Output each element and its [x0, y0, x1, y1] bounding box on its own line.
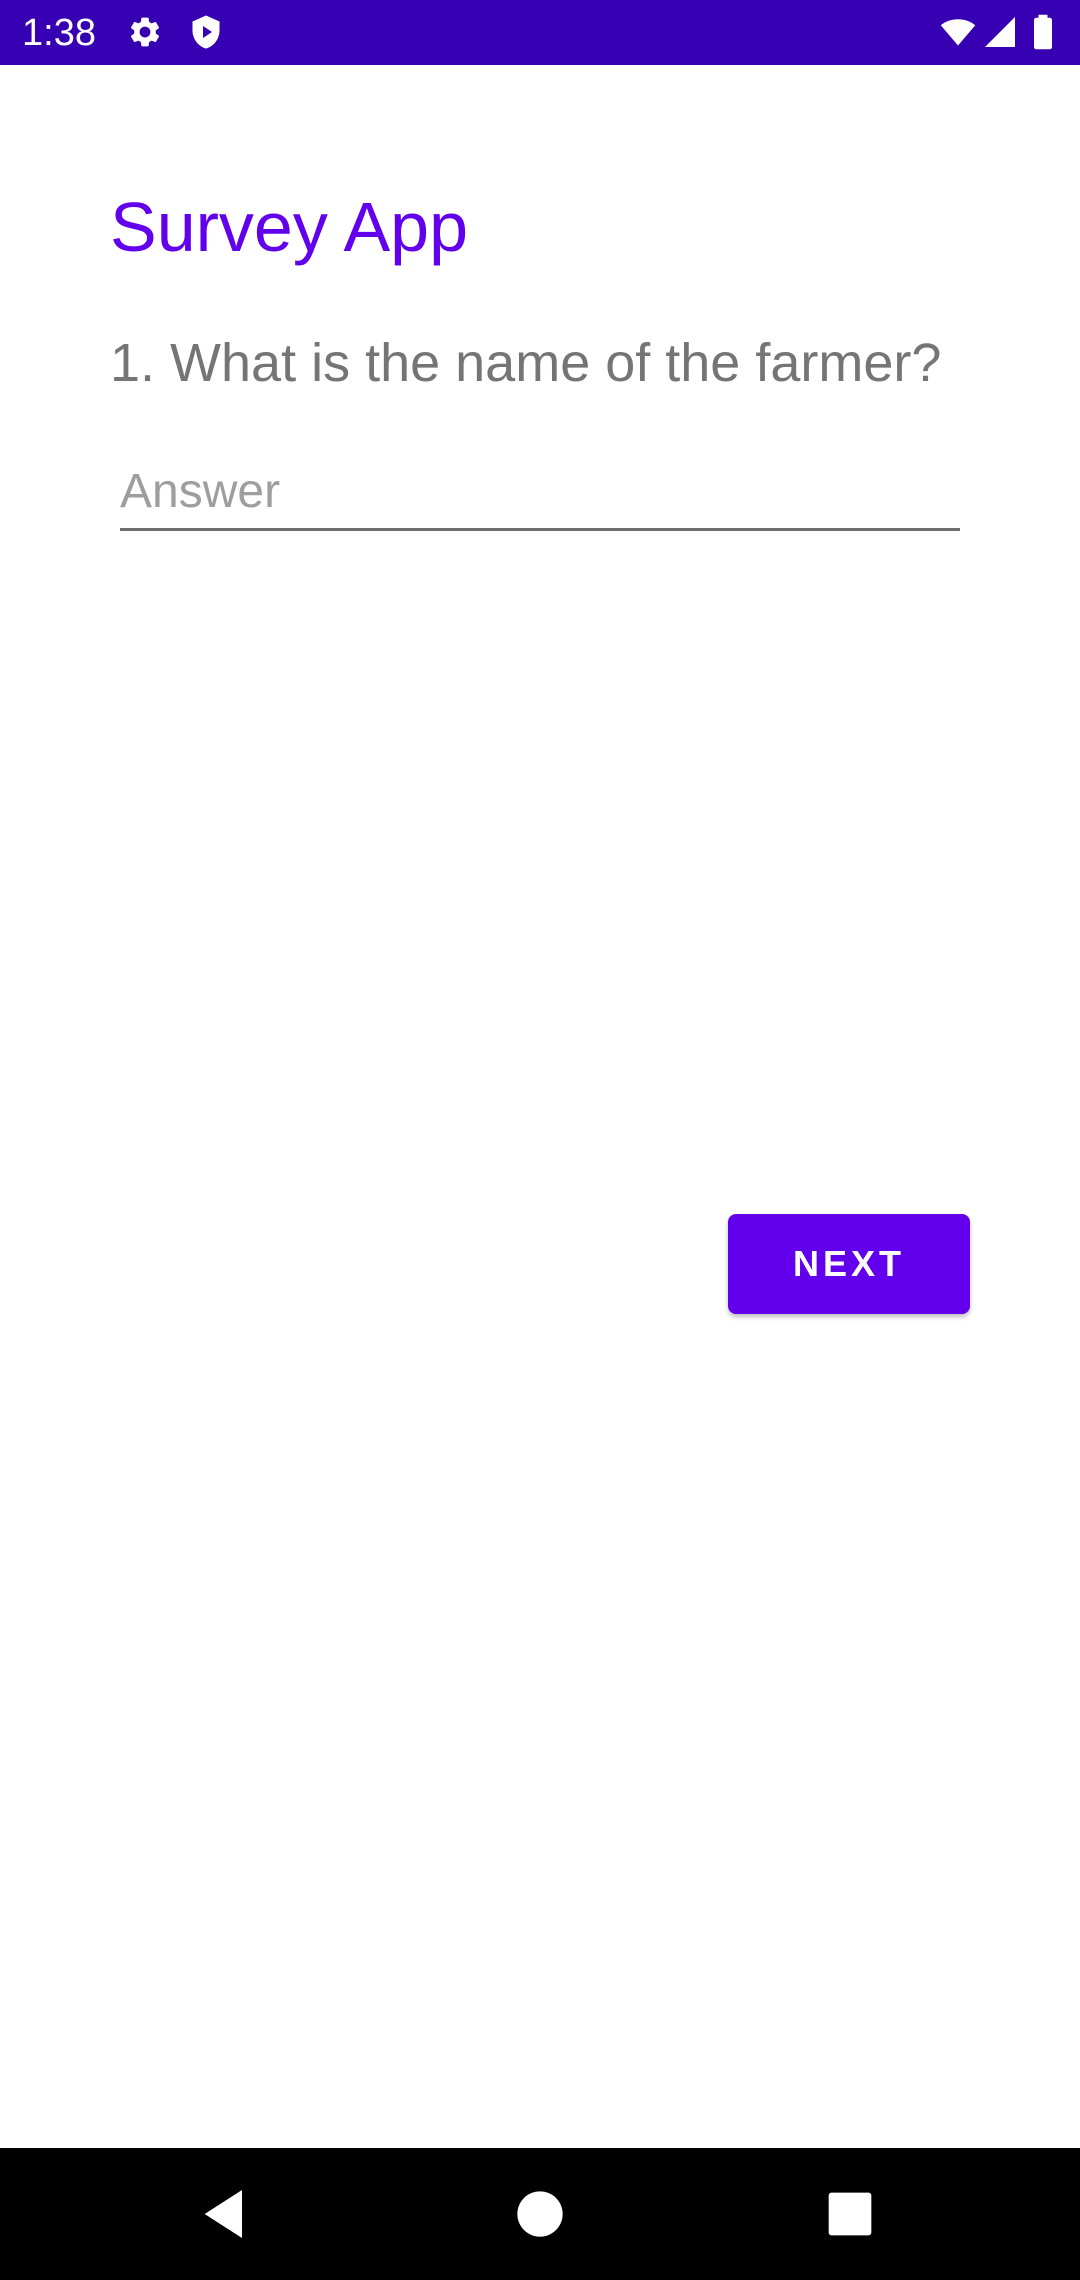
status-time: 1:38: [22, 12, 96, 54]
survey-screen: 1:38 Survey App 1. What is the name of t…: [0, 0, 1080, 2280]
back-icon[interactable]: [194, 2182, 258, 2246]
home-icon[interactable]: [508, 2182, 572, 2246]
signal-icon: [982, 14, 1018, 50]
recents-icon[interactable]: [818, 2182, 882, 2246]
status-bar: 1:38: [0, 0, 1080, 65]
next-button[interactable]: NEXT: [728, 1214, 970, 1314]
shield-icon: [188, 14, 224, 50]
app-title: Survey App: [110, 188, 468, 266]
question-text: 1. What is the name of the farmer?: [110, 333, 942, 393]
answer-input[interactable]: [120, 455, 960, 531]
battery-icon: [1030, 14, 1056, 50]
gear-icon: [127, 14, 163, 50]
navigation-bar: [0, 2148, 1080, 2280]
wifi-icon: [938, 14, 978, 50]
